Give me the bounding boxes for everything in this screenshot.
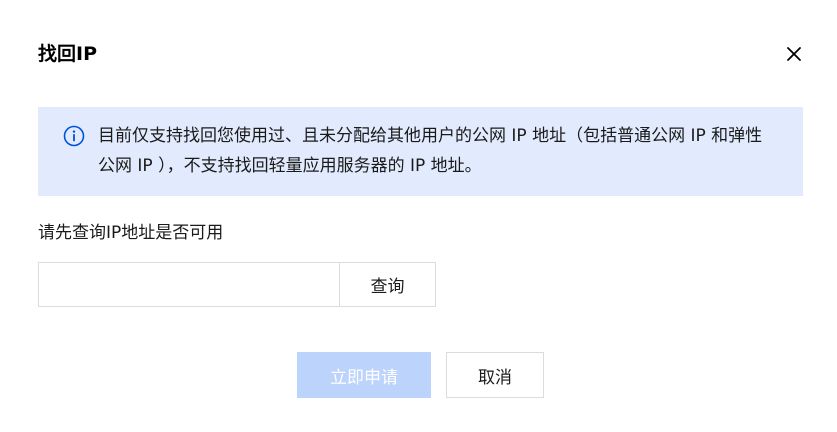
cancel-button[interactable]: 取消 [446,352,544,398]
find-ip-dialog: 找回IP 目前仅支持找回您使用过、且未分配给其他用户的公网 IP 地址（包括普通… [0,0,837,432]
close-button[interactable] [782,42,806,66]
close-icon [787,47,801,61]
ip-query-input[interactable] [38,262,339,307]
notice-banner: 目前仅支持找回您使用过、且未分配给其他用户的公网 IP 地址（包括普通公网 IP… [38,107,803,196]
query-label: 请先查询IP地址是否可用 [38,223,224,243]
dialog-title: 找回IP [38,43,97,65]
apply-now-button[interactable]: 立即申请 [297,352,431,398]
query-button[interactable]: 查询 [339,262,436,307]
info-icon [63,125,85,147]
notice-text: 目前仅支持找回您使用过、且未分配给其他用户的公网 IP 地址（包括普通公网 IP… [98,126,763,176]
